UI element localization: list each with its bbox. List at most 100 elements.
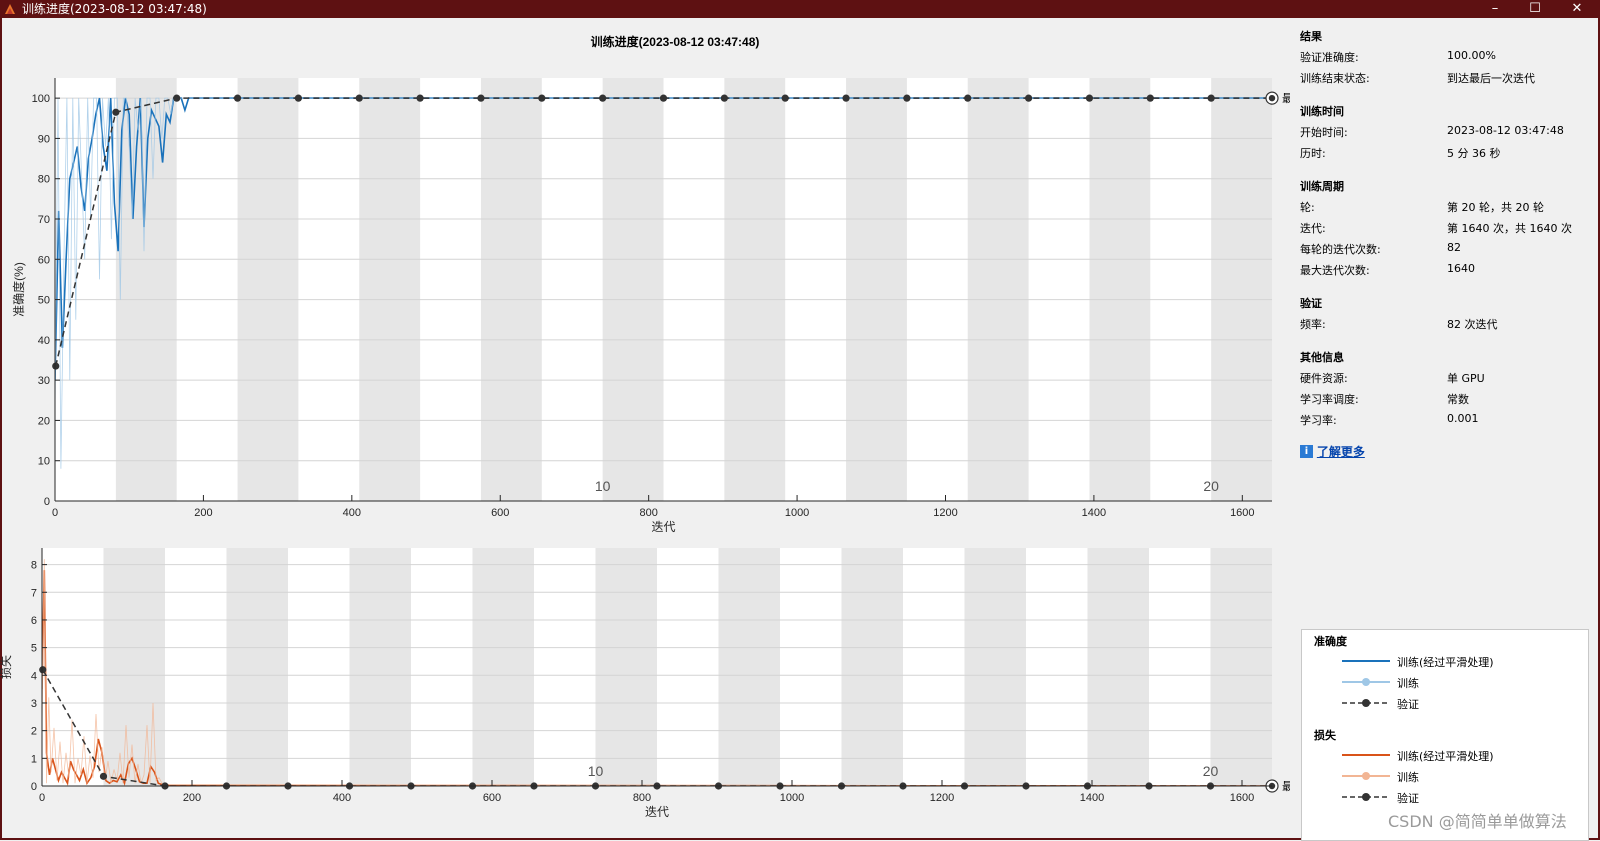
ipe-row: 每轮的迭代次数: 82	[1300, 241, 1595, 262]
acc-epoch-band	[237, 78, 299, 501]
loss-plot: 最终 0 200 400 600 800 1000 1200 1400 1600 0 1 2 3 4 5 6 7 8…	[0, 548, 1290, 819]
acc-validation-point	[1207, 94, 1215, 102]
acc-x-tick-label: 1200	[933, 507, 957, 519]
acc-validation-point	[842, 94, 850, 102]
elapsed-value: 5 分 36 秒	[1447, 147, 1501, 160]
acc-validation-point	[659, 94, 668, 102]
info-key: 每轮的迭代次数:	[1300, 243, 1381, 256]
maxiter-value: 1640	[1447, 262, 1475, 275]
acc-validation-point	[781, 94, 789, 102]
acc-validation-point	[720, 94, 728, 102]
legend-acc-smooth-swatch	[1342, 660, 1390, 662]
val-acc-row: 验证准确度: 100.00%	[1300, 49, 1595, 70]
legend-label: 验证	[1397, 698, 1419, 711]
loss-x-tick-label: 1200	[930, 792, 954, 804]
info-key: 学习率:	[1300, 414, 1337, 427]
acc-validation-point	[477, 94, 485, 102]
info-icon: i	[1300, 445, 1313, 458]
acc-y-tick-label: 100	[32, 93, 50, 105]
acc-validation-point	[112, 108, 120, 116]
acc-epoch-band	[846, 78, 907, 501]
loss-epoch-label: 10	[588, 763, 604, 779]
close-button[interactable]: ✕	[1557, 0, 1597, 18]
legend-label: 训练(经过平滑处理)	[1397, 656, 1494, 669]
loss-x-tick-label: 600	[483, 792, 501, 804]
info-panel: 结果 验证准确度: 100.00% 训练结束状态: 到达最后一次迭代 训练时间 开始…	[1300, 28, 1595, 460]
acc-validation-point	[416, 94, 424, 102]
lrs-value: 常数	[1447, 393, 1469, 406]
acc-validation-point	[52, 362, 60, 370]
loss-epoch-band	[103, 548, 165, 786]
acc-y-tick-label: 50	[38, 295, 50, 307]
validation-section-title: 验证	[1300, 297, 1322, 310]
loss-y-tick-label: 1	[31, 753, 37, 765]
learn-more-link[interactable]: 了解更多	[1317, 445, 1365, 459]
acc-x-tick-label: 0	[52, 507, 58, 519]
acc-validation-point	[1146, 94, 1154, 102]
val-acc-value: 100.00%	[1447, 49, 1496, 62]
loss-epoch-band	[1210, 548, 1272, 786]
acc-y-tick-label: 40	[38, 335, 50, 347]
loss-x-tick-label: 800	[633, 792, 651, 804]
acc-epoch-band	[724, 78, 786, 501]
acc-y-tick-label: 90	[38, 133, 50, 145]
acc-epoch-label: 20	[1203, 478, 1219, 494]
legend-label: 训练	[1397, 677, 1419, 690]
acc-validation-point	[233, 94, 242, 102]
loss-final-label: 最终	[1282, 779, 1290, 793]
legend-loss-train-swatch	[1342, 772, 1390, 780]
acc-y-tick-label: 10	[38, 456, 50, 468]
loss-epoch-label: 20	[1203, 763, 1219, 779]
acc-x-tick-label: 400	[343, 507, 361, 519]
loss-epoch-band	[841, 548, 903, 786]
acc-epoch-band	[967, 78, 1029, 501]
acc-y-axis-label: 准确度(%)	[11, 262, 26, 317]
window-title: 训练进度(2023-08-12 03:47:48)	[22, 2, 207, 16]
freq-row: 频率: 82 次迭代	[1300, 316, 1595, 337]
epoch-value: 第 20 轮，共 20 轮	[1447, 201, 1544, 214]
window-titlebar: 训练进度(2023-08-12 03:47:48) – ☐ ✕	[0, 0, 1600, 18]
legend-acc-val-swatch	[1342, 699, 1390, 707]
info-key: 频率:	[1300, 318, 1326, 331]
maximize-button[interactable]: ☐	[1515, 0, 1555, 18]
other-section-title: 其他信息	[1300, 351, 1344, 364]
results-section-title: 结果	[1300, 30, 1322, 43]
acc-x-tick-label: 1000	[785, 507, 809, 519]
accuracy-plot: 最终 0 200 400 600 800 1000 1200 1400 1600 0 10 20 30 40…	[11, 78, 1290, 534]
minimize-button[interactable]: –	[1475, 0, 1515, 18]
acc-epoch-band	[1211, 78, 1272, 501]
acc-y-tick-label: 30	[38, 375, 50, 387]
lr-row: 学习率: 0.001	[1300, 412, 1595, 433]
loss-x-tick-label: 1400	[1080, 792, 1104, 804]
acc-y-tick-label: 80	[38, 174, 50, 186]
acc-validation-point	[173, 94, 181, 102]
acc-x-tick-label: 800	[639, 507, 657, 519]
ipe-value: 82	[1447, 241, 1461, 254]
matlab-icon	[5, 4, 15, 14]
loss-y-tick-label: 8	[31, 560, 37, 572]
acc-y-tick-label: 20	[38, 415, 50, 427]
acc-x-tick-label: 1400	[1082, 507, 1106, 519]
cycle-section-title: 训练周期	[1300, 180, 1344, 193]
acc-x-tick-label: 600	[491, 507, 509, 519]
time-section-title: 训练时间	[1300, 105, 1344, 118]
iter-row: 迭代: 第 1640 次，共 1640 次	[1300, 220, 1595, 241]
legend-label: 验证	[1397, 792, 1419, 805]
acc-y-tick-label: 70	[38, 214, 50, 226]
legend-acc-title: 准确度	[1314, 635, 1347, 648]
info-key: 开始时间:	[1300, 126, 1348, 139]
epoch-row: 轮: 第 20 轮，共 20 轮	[1300, 199, 1595, 220]
loss-epoch-band	[226, 548, 288, 786]
acc-validation-point	[1025, 94, 1033, 102]
acc-final-marker-dot	[1268, 94, 1276, 102]
acc-y-tick-label: 0	[44, 496, 50, 508]
loss-epoch-band	[1087, 548, 1149, 786]
iter-value: 第 1640 次，共 1640 次	[1447, 222, 1572, 235]
info-key: 学习率调度:	[1300, 393, 1359, 406]
acc-validation-point	[903, 94, 911, 102]
acc-validation-point	[964, 94, 972, 102]
info-key: 验证准确度:	[1300, 51, 1359, 64]
freq-value: 82 次迭代	[1447, 318, 1498, 331]
loss-y-axis-label: 损失	[0, 655, 13, 679]
acc-x-axis-label: 迭代	[651, 520, 675, 534]
